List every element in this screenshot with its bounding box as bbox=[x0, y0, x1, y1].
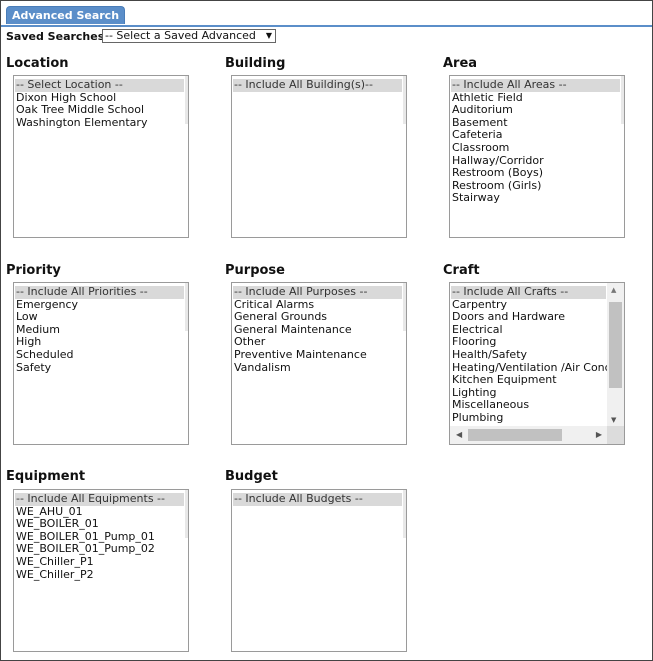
list-option[interactable]: Plumbing bbox=[451, 411, 606, 425]
selected-option[interactable]: -- Include All Equipments -- bbox=[15, 492, 184, 506]
selected-option[interactable]: -- Include All Budgets -- bbox=[233, 492, 402, 506]
craft-vertical-scroll-thumb[interactable] bbox=[609, 302, 622, 388]
building-listbox[interactable]: -- Include All Building(s)-- bbox=[231, 75, 407, 238]
saved-searches-select[interactable]: -- Select a Saved Advanced ▼ bbox=[102, 29, 276, 43]
area-listbox[interactable]: -- Include All Areas -- Athletic Field Aud… bbox=[449, 75, 625, 238]
scroll-left-icon[interactable]: ◀ bbox=[456, 430, 462, 439]
equipment-options: -- Include All Equipments -- WE_AHU_01 WE_… bbox=[15, 492, 184, 582]
selected-option[interactable]: -- Select Location -- bbox=[15, 78, 184, 92]
selected-option[interactable]: -- Include All Building(s)-- bbox=[233, 78, 402, 92]
saved-searches-label: Saved Searches bbox=[6, 30, 105, 43]
equipment-title: Equipment bbox=[6, 469, 86, 484]
list-option[interactable]: WE_BOILER_01 bbox=[15, 518, 184, 531]
craft-vertical-scrollbar[interactable]: ▲ ▼ bbox=[607, 283, 624, 426]
craft-horizontal-scrollbar[interactable]: ◀ ▶ bbox=[450, 426, 608, 444]
scrollbar-corner bbox=[607, 426, 624, 444]
list-option[interactable]: Safety bbox=[15, 361, 184, 375]
area-title: Area bbox=[443, 56, 478, 71]
dropdown-arrow-icon: ▼ bbox=[265, 31, 272, 40]
tab-advanced-search[interactable]: Advanced Search bbox=[6, 6, 125, 24]
list-option[interactable]: Auditorium bbox=[451, 104, 620, 117]
list-option[interactable]: Oak Tree Middle School bbox=[15, 104, 184, 117]
location-title: Location bbox=[6, 56, 69, 71]
list-option[interactable]: Stairway bbox=[451, 192, 620, 205]
purpose-options: -- Include All Purposes -- Critical Alarm… bbox=[233, 285, 402, 375]
location-options: -- Select Location -- Dixon High School Oa… bbox=[15, 78, 184, 130]
list-option[interactable]: Scheduled bbox=[15, 348, 184, 362]
list-option[interactable]: Vandalism bbox=[233, 361, 402, 375]
priority-options: -- Include All Priorities -- Emergency Low… bbox=[15, 285, 184, 375]
equipment-listbox[interactable]: -- Include All Equipments -- WE_AHU_01 WE_… bbox=[13, 489, 189, 652]
purpose-title: Purpose bbox=[225, 263, 285, 278]
list-option[interactable]: Restroom (Boys) bbox=[451, 167, 620, 180]
list-option[interactable]: Emergency bbox=[15, 298, 184, 312]
purpose-listbox[interactable]: -- Include All Purposes -- Critical Alarm… bbox=[231, 282, 407, 445]
priority-title: Priority bbox=[6, 263, 61, 278]
list-option[interactable]: Health/Safety bbox=[451, 348, 606, 362]
list-option[interactable]: Kitchen Equipment bbox=[451, 374, 606, 387]
advanced-search-panel: Advanced Search Saved Searches -- Select… bbox=[0, 0, 653, 661]
list-option[interactable]: General Grounds bbox=[233, 311, 402, 324]
selected-option[interactable]: -- Include All Areas -- bbox=[451, 78, 620, 92]
list-option[interactable]: Low bbox=[15, 311, 184, 324]
saved-searches-value: -- Select a Saved Advanced bbox=[105, 29, 256, 42]
priority-listbox[interactable]: -- Include All Priorities -- Emergency Low… bbox=[13, 282, 189, 445]
selected-option[interactable]: -- Include All Crafts -- bbox=[451, 285, 606, 299]
tab-underline bbox=[1, 25, 652, 27]
budget-options: -- Include All Budgets -- bbox=[233, 492, 402, 506]
building-title: Building bbox=[225, 56, 286, 71]
selected-option[interactable]: -- Include All Priorities -- bbox=[15, 285, 184, 299]
list-option[interactable]: Washington Elementary bbox=[15, 116, 184, 130]
scroll-right-icon[interactable]: ▶ bbox=[596, 430, 602, 439]
craft-listbox[interactable]: -- Include All Crafts -- Carpentry Doors a… bbox=[449, 282, 625, 445]
building-options: -- Include All Building(s)-- bbox=[233, 78, 402, 92]
scroll-down-icon[interactable]: ▼ bbox=[611, 416, 616, 424]
craft-horizontal-scroll-thumb[interactable] bbox=[468, 429, 562, 441]
list-option[interactable]: WE_Chiller_P2 bbox=[15, 568, 184, 582]
scroll-up-icon[interactable]: ▲ bbox=[611, 286, 616, 294]
budget-title: Budget bbox=[225, 469, 278, 484]
craft-options: -- Include All Crafts -- Carpentry Doors a… bbox=[451, 285, 612, 425]
list-option[interactable]: WE_Chiller_P1 bbox=[15, 555, 184, 569]
craft-title: Craft bbox=[443, 263, 480, 278]
area-options: -- Include All Areas -- Athletic Field Aud… bbox=[451, 78, 620, 205]
tab-bar: Advanced Search bbox=[1, 1, 652, 27]
list-option[interactable]: Doors and Hardware bbox=[451, 311, 606, 324]
list-option[interactable]: Classroom bbox=[451, 141, 620, 155]
selected-option[interactable]: -- Include All Purposes -- bbox=[233, 285, 402, 299]
budget-listbox[interactable]: -- Include All Budgets -- bbox=[231, 489, 407, 652]
list-option[interactable]: Preventive Maintenance bbox=[233, 348, 402, 362]
location-listbox[interactable]: -- Select Location -- Dixon High School Oa… bbox=[13, 75, 189, 238]
